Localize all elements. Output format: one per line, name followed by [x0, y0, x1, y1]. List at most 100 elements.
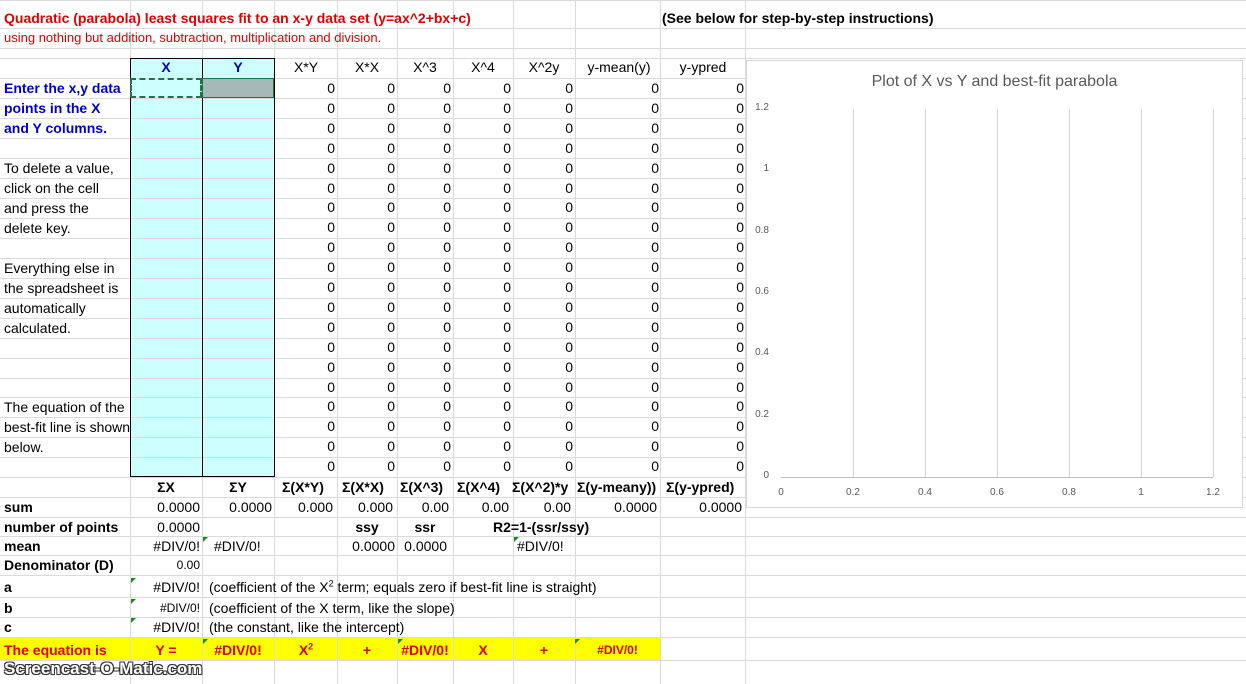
table-cell[interactable]: 0	[513, 217, 573, 237]
table-cell[interactable]: 0	[684, 357, 744, 377]
table-cell[interactable]: 0	[275, 158, 335, 178]
table-cell[interactable]: 0	[275, 396, 335, 416]
col-header-x[interactable]: X	[130, 57, 202, 77]
table-cell[interactable]: 0	[275, 98, 335, 118]
sum-value[interactable]: 0.0000	[676, 497, 742, 517]
equation-a[interactable]: #DIV/0!	[202, 640, 274, 660]
table-cell[interactable]: 0	[513, 456, 573, 476]
table-cell[interactable]: 0	[275, 257, 335, 277]
x-input-column[interactable]	[130, 58, 202, 476]
table-cell[interactable]: 0	[451, 257, 511, 277]
table-cell[interactable]: 0	[275, 297, 335, 317]
table-cell[interactable]: 0	[599, 138, 659, 158]
table-cell[interactable]: 0	[391, 257, 451, 277]
table-cell[interactable]: 0	[451, 396, 511, 416]
table-cell[interactable]: 0	[684, 436, 744, 456]
table-cell[interactable]: 0	[451, 377, 511, 397]
table-cell[interactable]: 0	[684, 237, 744, 257]
table-cell[interactable]: 0	[513, 138, 573, 158]
table-cell[interactable]: 0	[391, 118, 451, 138]
table-cell[interactable]: 0	[335, 317, 395, 337]
table-cell[interactable]: 0	[599, 178, 659, 198]
table-cell[interactable]: 0	[275, 237, 335, 257]
table-cell[interactable]: 0	[391, 317, 451, 337]
table-cell[interactable]: 0	[391, 357, 451, 377]
table-cell[interactable]: 0	[335, 98, 395, 118]
table-cell[interactable]: 0	[335, 217, 395, 237]
table-cell[interactable]: 0	[513, 297, 573, 317]
table-cell[interactable]: 0	[391, 158, 451, 178]
chart-area[interactable]: Plot of X vs Y and best-fit parabola 0 0.…	[746, 60, 1243, 508]
table-cell[interactable]: 0	[275, 197, 335, 217]
table-cell[interactable]: 0	[599, 436, 659, 456]
table-cell[interactable]: 0	[684, 118, 744, 138]
table-cell[interactable]: 0	[335, 436, 395, 456]
table-cell[interactable]: 0	[335, 257, 395, 277]
table-cell[interactable]: 0	[684, 377, 744, 397]
table-cell[interactable]: 0	[275, 277, 335, 297]
table-cell[interactable]: 0	[513, 396, 573, 416]
selected-cell-x[interactable]	[130, 78, 202, 98]
table-cell[interactable]: 0	[513, 337, 573, 357]
table-cell[interactable]: 0	[513, 237, 573, 257]
table-cell[interactable]: 0	[391, 98, 451, 118]
table-cell[interactable]: 0	[513, 98, 573, 118]
sum-value[interactable]: 0.0000	[134, 497, 200, 517]
table-cell[interactable]: 0	[599, 98, 659, 118]
table-cell[interactable]: 0	[391, 178, 451, 198]
table-cell[interactable]: 0	[451, 158, 511, 178]
table-cell[interactable]: 0	[275, 436, 335, 456]
table-cell[interactable]: 0	[513, 197, 573, 217]
sum-value[interactable]: 0.0000	[591, 497, 657, 517]
table-cell[interactable]: 0	[684, 197, 744, 217]
table-cell[interactable]: 0	[275, 178, 335, 198]
table-cell[interactable]: 0	[684, 277, 744, 297]
table-cell[interactable]: 0	[451, 277, 511, 297]
table-cell[interactable]: 0	[335, 357, 395, 377]
equation-c[interactable]: #DIV/0!	[575, 640, 660, 660]
table-cell[interactable]: 0	[684, 78, 744, 98]
table-cell[interactable]: 0	[513, 377, 573, 397]
table-cell[interactable]: 0	[599, 217, 659, 237]
table-cell[interactable]: 0	[335, 297, 395, 317]
table-cell[interactable]: 0	[451, 297, 511, 317]
table-cell[interactable]: 0	[599, 237, 659, 257]
table-cell[interactable]: 0	[391, 78, 451, 98]
table-cell[interactable]: 0	[599, 257, 659, 277]
table-cell[interactable]: 0	[335, 178, 395, 198]
mean-y-value[interactable]: #DIV/0!	[214, 536, 261, 556]
y-input-column[interactable]	[202, 58, 274, 476]
table-cell[interactable]: 0	[275, 377, 335, 397]
mean-x-value[interactable]: #DIV/0!	[130, 536, 200, 556]
table-cell[interactable]: 0	[451, 337, 511, 357]
a-value[interactable]: #DIV/0!	[130, 577, 200, 597]
npoints-value[interactable]: 0.0000	[130, 517, 200, 537]
table-cell[interactable]: 0	[275, 337, 335, 357]
table-cell[interactable]: 0	[335, 416, 395, 436]
table-cell[interactable]: 0	[391, 217, 451, 237]
sum-value[interactable]: 0.00	[443, 497, 509, 517]
table-cell[interactable]: 0	[684, 257, 744, 277]
table-cell[interactable]: 0	[451, 98, 511, 118]
table-cell[interactable]: 0	[335, 197, 395, 217]
table-cell[interactable]: 0	[335, 337, 395, 357]
table-cell[interactable]: 0	[599, 456, 659, 476]
table-cell[interactable]: 0	[391, 237, 451, 257]
table-cell[interactable]: 0	[335, 237, 395, 257]
table-cell[interactable]: 0	[451, 357, 511, 377]
table-cell[interactable]: 0	[275, 456, 335, 476]
table-cell[interactable]: 0	[451, 178, 511, 198]
table-cell[interactable]: 0	[684, 317, 744, 337]
ssy-value[interactable]: 0.0000	[337, 536, 395, 556]
table-cell[interactable]: 0	[513, 357, 573, 377]
table-cell[interactable]: 0	[684, 158, 744, 178]
sum-value[interactable]: 0.00	[383, 497, 449, 517]
table-cell[interactable]: 0	[391, 436, 451, 456]
table-cell[interactable]: 0	[599, 78, 659, 98]
table-cell[interactable]: 0	[335, 78, 395, 98]
table-cell[interactable]: 0	[391, 337, 451, 357]
equation-b[interactable]: #DIV/0!	[397, 640, 453, 660]
table-cell[interactable]: 0	[391, 456, 451, 476]
table-cell[interactable]: 0	[599, 317, 659, 337]
table-cell[interactable]: 0	[391, 138, 451, 158]
